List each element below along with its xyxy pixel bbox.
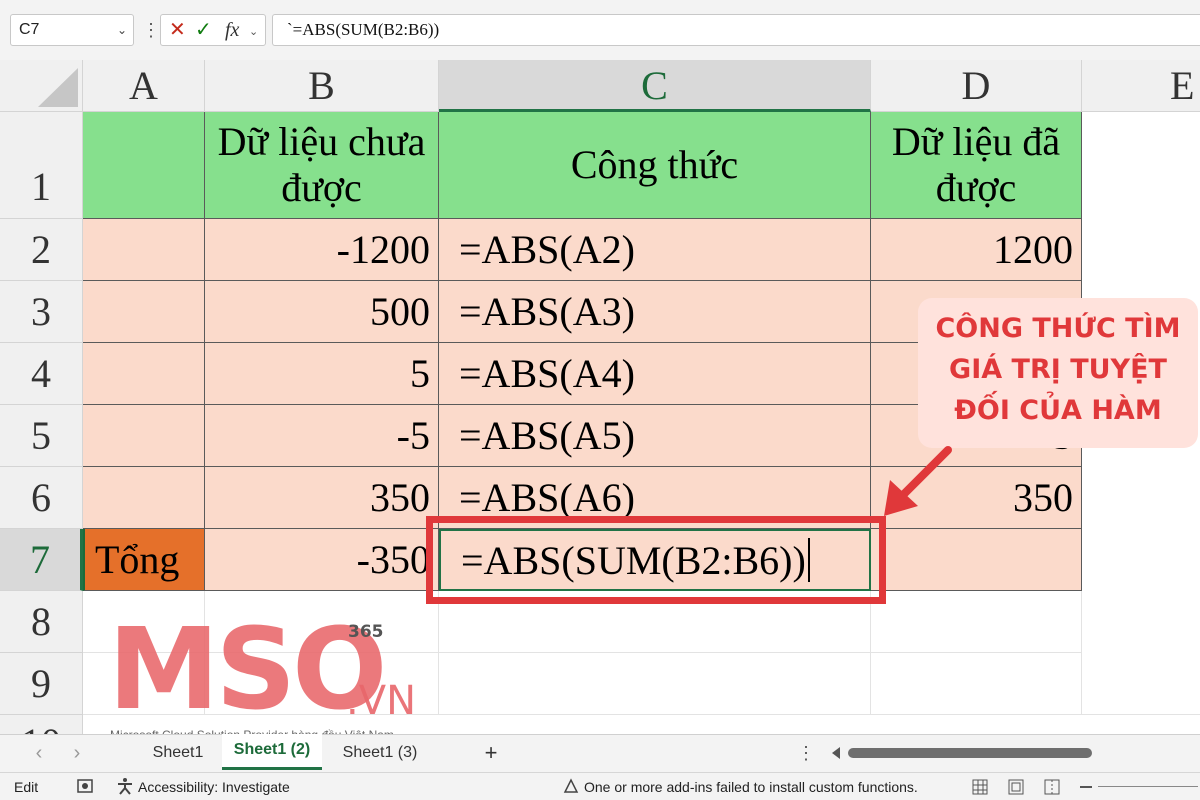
row-header-7[interactable]: 7: [0, 529, 83, 591]
cell-c5[interactable]: =ABS(A5): [439, 405, 871, 467]
callout-arrow-icon: [884, 446, 952, 516]
watermark-superscript: 365: [348, 622, 384, 642]
cell-b3[interactable]: 500: [205, 281, 439, 343]
formula-bar: C7 ⌄ ⋮ ✕ ✓ fx ⌄ `=ABS(SUM(B2:B6)): [0, 0, 1200, 60]
callout-line-1: CÔNG THỨC TÌM: [935, 313, 1181, 344]
prev-sheet-icon[interactable]: ‹: [28, 734, 50, 772]
status-bar: Edit Accessibility: Investigate One or m…: [0, 772, 1200, 800]
cell-a6[interactable]: [83, 467, 205, 529]
watermark-brand: MSO: [108, 605, 387, 735]
cell-c9[interactable]: [439, 653, 871, 715]
next-sheet-icon[interactable]: ›: [66, 734, 88, 772]
row-header-5[interactable]: 5: [0, 405, 83, 467]
normal-view-icon[interactable]: [972, 779, 988, 795]
cell-b2[interactable]: -1200: [205, 219, 439, 281]
enter-icon[interactable]: ✓: [195, 19, 212, 41]
cell-d7[interactable]: [871, 529, 1082, 591]
cell-b7[interactable]: -350: [205, 529, 439, 591]
cell-d1[interactable]: Dữ liệu đã được: [871, 112, 1082, 219]
cell-a1[interactable]: [83, 112, 205, 219]
cell-b4[interactable]: 5: [205, 343, 439, 405]
chevron-down-icon[interactable]: ⌄: [117, 15, 127, 45]
insert-function-icon[interactable]: fx: [225, 19, 239, 41]
cell-a4[interactable]: [83, 343, 205, 405]
watermark-domain: .VN: [346, 678, 416, 724]
cell-a3[interactable]: [83, 281, 205, 343]
name-box[interactable]: C7 ⌄: [10, 14, 134, 46]
cell-a5[interactable]: [83, 405, 205, 467]
horizontal-scrollbar[interactable]: [848, 748, 1092, 758]
highlight-box: [426, 516, 886, 604]
macro-record-icon[interactable]: [76, 777, 94, 795]
more-tabs-icon[interactable]: ⋮: [796, 734, 816, 772]
formula-input[interactable]: `=ABS(SUM(B2:B6)): [272, 14, 1200, 46]
accessibility-status[interactable]: Accessibility: Investigate: [138, 779, 290, 795]
cell-b6[interactable]: 350: [205, 467, 439, 529]
cell-c2[interactable]: =ABS(A2): [439, 219, 871, 281]
select-all-corner[interactable]: [0, 60, 83, 112]
more-options-icon[interactable]: ⋮: [142, 16, 160, 44]
page-break-icon[interactable]: [1044, 779, 1060, 795]
cell-d9[interactable]: [871, 653, 1082, 715]
callout-bubble: CÔNG THỨC TÌM GIÁ TRỊ TUYỆT ĐỐI CỦA HÀM: [918, 298, 1198, 448]
column-header-c[interactable]: C: [439, 60, 871, 112]
status-mode: Edit: [14, 779, 39, 795]
name-box-value: C7: [19, 21, 40, 38]
status-message: One or more add-ins failed to install cu…: [584, 779, 918, 795]
zoom-out-icon[interactable]: [1080, 786, 1092, 788]
column-header-b[interactable]: B: [205, 60, 439, 112]
cell-d8[interactable]: [871, 591, 1082, 653]
accessibility-icon[interactable]: [116, 777, 134, 795]
page-layout-icon[interactable]: [1008, 779, 1024, 795]
cell-c1[interactable]: Công thức: [439, 112, 871, 219]
row-header-1[interactable]: 1: [0, 112, 83, 219]
row-header-8[interactable]: 8: [0, 591, 83, 653]
add-sheet-icon[interactable]: +: [476, 734, 506, 772]
column-header-a[interactable]: A: [83, 60, 205, 112]
zoom-slider[interactable]: [1098, 786, 1198, 787]
sheet-tab-2-active[interactable]: Sheet1 (2): [222, 734, 322, 770]
select-all-triangle-icon: [38, 68, 78, 107]
cell-b1[interactable]: Dữ liệu chưa được: [205, 112, 439, 219]
row-header-3[interactable]: 3: [0, 281, 83, 343]
sheet-tab-1[interactable]: Sheet1: [140, 734, 216, 772]
callout-line-3: ĐỐI CỦA HÀM: [954, 395, 1162, 426]
row-header-6[interactable]: 6: [0, 467, 83, 529]
sheet-tab-3[interactable]: Sheet1 (3): [330, 734, 430, 772]
cell-d2[interactable]: 1200: [871, 219, 1082, 281]
row-header-4[interactable]: 4: [0, 343, 83, 405]
mso-watermark: MSO 365 .VN Microsoft Cloud Solution Pro…: [108, 610, 428, 750]
column-header-e[interactable]: E: [1082, 60, 1200, 112]
cell-a7[interactable]: Tổng: [83, 529, 205, 591]
column-header-d[interactable]: D: [871, 60, 1082, 112]
row-header-2[interactable]: 2: [0, 219, 83, 281]
addin-warning-icon: [562, 777, 580, 795]
cell-c4[interactable]: =ABS(A4): [439, 343, 871, 405]
cancel-icon[interactable]: ✕: [169, 19, 186, 41]
scroll-left-icon[interactable]: [830, 746, 842, 760]
cell-c3[interactable]: =ABS(A3): [439, 281, 871, 343]
callout-line-2: GIÁ TRỊ TUYỆT: [949, 354, 1167, 385]
formula-actions: ✕ ✓ fx ⌄: [160, 14, 266, 46]
cell-b5[interactable]: -5: [205, 405, 439, 467]
cell-a2[interactable]: [83, 219, 205, 281]
chevron-down-icon[interactable]: ⌄: [249, 21, 258, 43]
row-header-9[interactable]: 9: [0, 653, 83, 715]
